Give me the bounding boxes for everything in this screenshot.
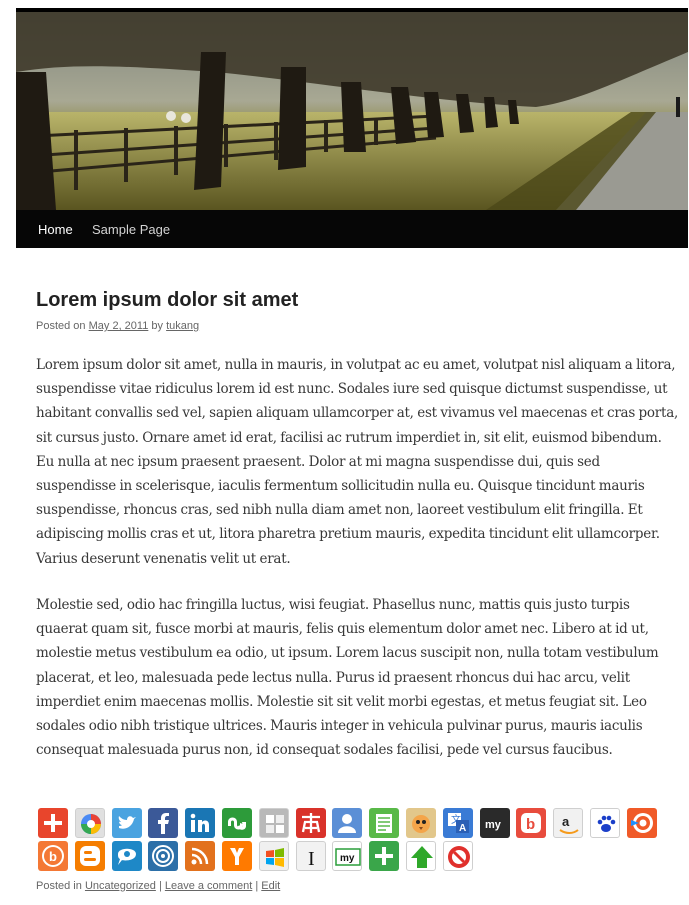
swirl-icon[interactable] (148, 841, 179, 871)
svg-text:I: I (308, 848, 315, 870)
facebook-icon[interactable] (148, 808, 179, 838)
nav-sample-page-link[interactable]: Sample Page (92, 210, 170, 250)
bird-icon[interactable] (406, 808, 436, 838)
post-meta: Posted on May 2, 2011 by tukang (36, 320, 199, 332)
netvibes-icon[interactable] (258, 808, 289, 838)
svg-text:b: b (49, 849, 57, 864)
myspace-icon[interactable]: my (479, 808, 510, 838)
circle-b-icon[interactable]: b (38, 841, 68, 871)
post-title[interactable]: Lorem ipsum dolor sit amet (36, 289, 298, 312)
post-author-link[interactable]: tukang (166, 320, 199, 332)
separator: | (158, 880, 162, 892)
yahoo-y-icon[interactable] (222, 841, 252, 871)
posted-in-label: Posted in (36, 880, 82, 892)
svg-text:A: A (459, 823, 466, 834)
rss-icon[interactable] (185, 841, 216, 871)
no-sign-icon[interactable] (442, 841, 473, 871)
amazon-icon[interactable]: a (553, 808, 584, 838)
post-footer-meta: Posted in Uncategorized | Leave a commen… (36, 880, 280, 892)
by-label: by (151, 320, 164, 332)
green-plus-icon[interactable] (369, 841, 400, 871)
target-icon[interactable] (626, 808, 657, 838)
twitter-icon[interactable] (111, 808, 142, 838)
post-paragraph-2: Molestie sed, odio hac fringilla luctus,… (36, 597, 659, 759)
category-link[interactable]: Uncategorized (85, 880, 156, 892)
svg-text:my: my (340, 853, 355, 864)
profile-icon[interactable] (332, 808, 363, 838)
posted-on-label: Posted on (36, 320, 86, 332)
instapaper-icon[interactable]: I (295, 841, 326, 871)
linkedin-icon[interactable] (185, 808, 216, 838)
edit-link[interactable]: Edit (261, 880, 280, 892)
main-navigation: Home Sample Page (16, 210, 688, 248)
nav-home-link[interactable]: Home (38, 210, 73, 250)
notes-icon[interactable] (369, 808, 400, 838)
blogger-icon[interactable] (74, 841, 105, 871)
svg-text:b: b (526, 816, 535, 833)
chinese-share-icon[interactable] (295, 808, 326, 838)
tree-lined-path-image (16, 12, 688, 210)
add-plus-icon[interactable] (38, 808, 68, 838)
svg-text:my: my (485, 819, 502, 831)
header-banner-image[interactable] (16, 12, 688, 210)
windows-icon[interactable] (258, 841, 289, 871)
green-arrow-icon[interactable] (406, 841, 436, 871)
chat-icon[interactable] (111, 841, 142, 871)
separator: | (255, 880, 259, 892)
blogger-b-icon[interactable]: b (516, 808, 547, 838)
paw-icon[interactable] (590, 808, 620, 838)
post-paragraph-1: Lorem ipsum dolor sit amet, nulla in mau… (36, 357, 679, 567)
svg-text:a: a (562, 814, 570, 829)
leave-comment-link[interactable]: Leave a comment (165, 880, 252, 892)
google-bookmark-icon[interactable] (74, 808, 105, 838)
mymsn-icon[interactable]: my (332, 841, 363, 871)
stumbleupon-icon[interactable] (222, 808, 252, 838)
translate-icon[interactable]: 文A (442, 808, 473, 838)
post-date-link[interactable]: May 2, 2011 (89, 320, 149, 332)
